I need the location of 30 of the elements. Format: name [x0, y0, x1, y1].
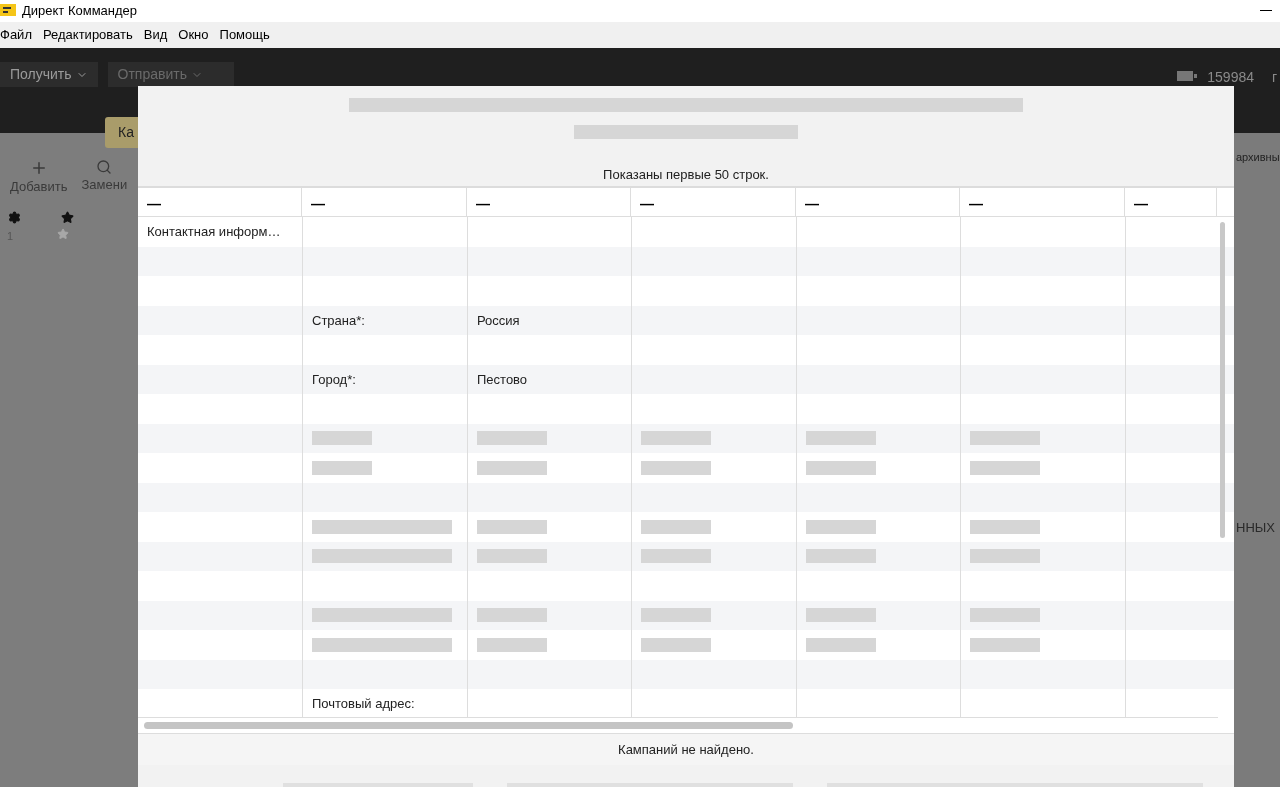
status-message: Кампаний не найдено. — [618, 740, 754, 759]
column-header[interactable]: — — [138, 188, 302, 216]
star-icon[interactable] — [57, 227, 70, 240]
search-icon — [96, 159, 113, 175]
battery-icon — [1177, 71, 1198, 81]
balance-value: 159984 — [1207, 68, 1254, 87]
menu-item[interactable]: Окно — [178, 25, 209, 45]
table-cell-text: Контактная информ… — [146, 223, 282, 241]
minimize-icon — [1260, 10, 1272, 12]
panel-text: архивны — [1236, 150, 1280, 165]
star-icon — [61, 210, 74, 224]
panel-text: ННЫХ — [1236, 518, 1275, 537]
menu-item[interactable]: Редактировать — [42, 25, 133, 45]
toolbar-button[interactable]: Получить — [0, 62, 98, 87]
vertical-scrollbar[interactable] — [1220, 222, 1225, 538]
app-logo-icon — [0, 3, 16, 19]
column-header[interactable]: — — [796, 188, 960, 216]
menu-item[interactable]: Файл — [0, 25, 32, 45]
settings-icon[interactable] — [8, 210, 21, 224]
menu-item[interactable]: Вид — [143, 25, 168, 45]
toolbar-label: г — [1272, 68, 1279, 87]
column-header[interactable]: — — [1125, 188, 1217, 216]
window-title: Директ Коммандер — [22, 2, 138, 21]
horizontal-scrollbar[interactable] — [144, 722, 793, 729]
column-header[interactable]: — — [631, 188, 796, 216]
rows-note: Показаны первые 50 строк. — [603, 166, 769, 184]
column-header[interactable]: — — [467, 188, 631, 216]
column-header[interactable]: — — [960, 188, 1125, 216]
column-header[interactable]: — — [302, 188, 467, 216]
menu-item[interactable]: Помощь — [219, 25, 270, 45]
